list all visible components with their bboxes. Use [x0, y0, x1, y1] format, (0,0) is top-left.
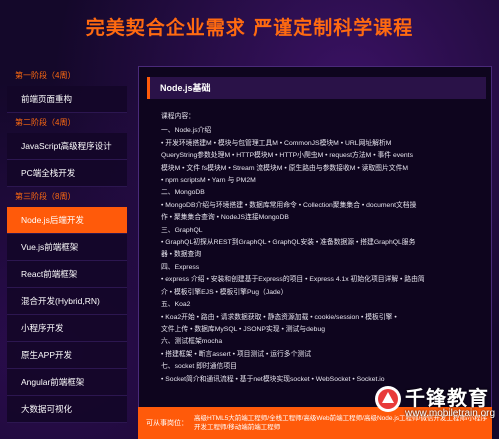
- content-intro: 课程内容：: [161, 113, 195, 120]
- content-line: 器 • 数据查询: [161, 251, 202, 259]
- content-line: 五、Koa2: [161, 301, 191, 309]
- sidebar-item-nodejs[interactable]: Node.js后端开发: [7, 207, 127, 234]
- stage-label-1: 第一阶段（4周）: [15, 71, 76, 80]
- course-sidebar: 第一阶段（4周） 前端页面重构 第二阶段（4周） JavaScript高级程序设…: [7, 66, 127, 439]
- content-line: 一、Node.js介绍: [161, 127, 212, 135]
- sidebar-item-angular[interactable]: Angular前端框架: [7, 369, 127, 396]
- content-line: • npm scriptsM • Yarn 与 PM2M: [161, 177, 256, 185]
- content-line: • Koa2开始 • 路由 • 请求数据获取 • 静态资源加载 • cookie…: [161, 313, 397, 321]
- sidebar-item-frontend-rebuild[interactable]: 前端页面重构: [7, 86, 127, 113]
- sidebar-item-vue[interactable]: Vue.js前端框架: [7, 234, 127, 261]
- content-line: 模块M • 文件 fs模块M • Stream 流模块M • 原生路由与参数接收…: [161, 164, 409, 172]
- content-line: • 搭建框架 • 断言assert • 项目测试 • 运行多个测试: [161, 350, 311, 358]
- banner-title: 完美契合企业需求 严谨定制科学课程: [85, 16, 414, 39]
- content-line: 文件上传 • 数据库MySQL • JSONP实现 • 测试与debug: [161, 325, 326, 333]
- brand-logo: 千锋教育 www.mobiletrain.org: [373, 380, 496, 432]
- sidebar-item-bigdata-vis[interactable]: 大数据可视化: [7, 396, 127, 423]
- content-line: • 开发环境搭建M • 模块与包管理工具M • CommonJS模块M • UR…: [161, 139, 392, 147]
- panel-title: Node.js基础: [160, 83, 211, 93]
- content-line: 二、MongoDB: [161, 189, 205, 197]
- banner: 完美契合企业需求 严谨定制科学课程: [0, 0, 499, 52]
- stage-label-3: 第三阶段（8周）: [15, 192, 76, 201]
- brand-name: 千锋教育: [405, 386, 489, 410]
- sidebar-item-hybrid[interactable]: 混合开发(Hybrid,RN): [7, 288, 127, 315]
- content-line: • express 介绍 • 安装和创建基于Express的项目 • Expre…: [161, 276, 425, 284]
- content-line: 七、socket 即时通信项目: [161, 363, 237, 371]
- sidebar-item-javascript[interactable]: JavaScript高级程序设计: [7, 133, 127, 160]
- content-line: • GraphQL初探从REST到GraphQL • GraphQL安装 • 准…: [161, 239, 416, 247]
- content-line: 介 • 模板引擎EJS • 模板引擎Pug（Jade）: [161, 288, 288, 296]
- sidebar-item-miniprogram[interactable]: 小程序开发: [7, 315, 127, 342]
- content-line: • MongoDB介绍与环境搭建 • 数据库常用命令 • Collection聚…: [161, 201, 417, 209]
- brand-url: www.mobiletrain.org: [405, 408, 496, 419]
- brand-mark-icon: [375, 386, 401, 412]
- content-line: QueryString参数处理M • HTTP模块M • HTTP小爬虫M • …: [161, 152, 413, 160]
- course-content: 课程内容： 一、Node.js介绍 • 开发环境搭建M • 模块与包管理工具M …: [161, 111, 479, 386]
- stage-label-2: 第二阶段（4周）: [15, 118, 76, 127]
- sidebar-item-native-app[interactable]: 原生APP开发: [7, 342, 127, 369]
- content-line: 作 • 聚集集合查询 • NodeJS连接MongoDB: [161, 214, 289, 222]
- content-line: 四、Express: [161, 263, 200, 271]
- job-positions-label: 可从事岗位：: [146, 420, 188, 427]
- content-line: 三、GraphQL: [161, 226, 203, 234]
- content-line: 六、测试框架mocha: [161, 338, 223, 346]
- sidebar-item-pc-fullstack[interactable]: PC端全栈开发: [7, 160, 127, 187]
- sidebar-item-react[interactable]: React前端框架: [7, 261, 127, 288]
- panel-header: Node.js基础: [147, 77, 486, 99]
